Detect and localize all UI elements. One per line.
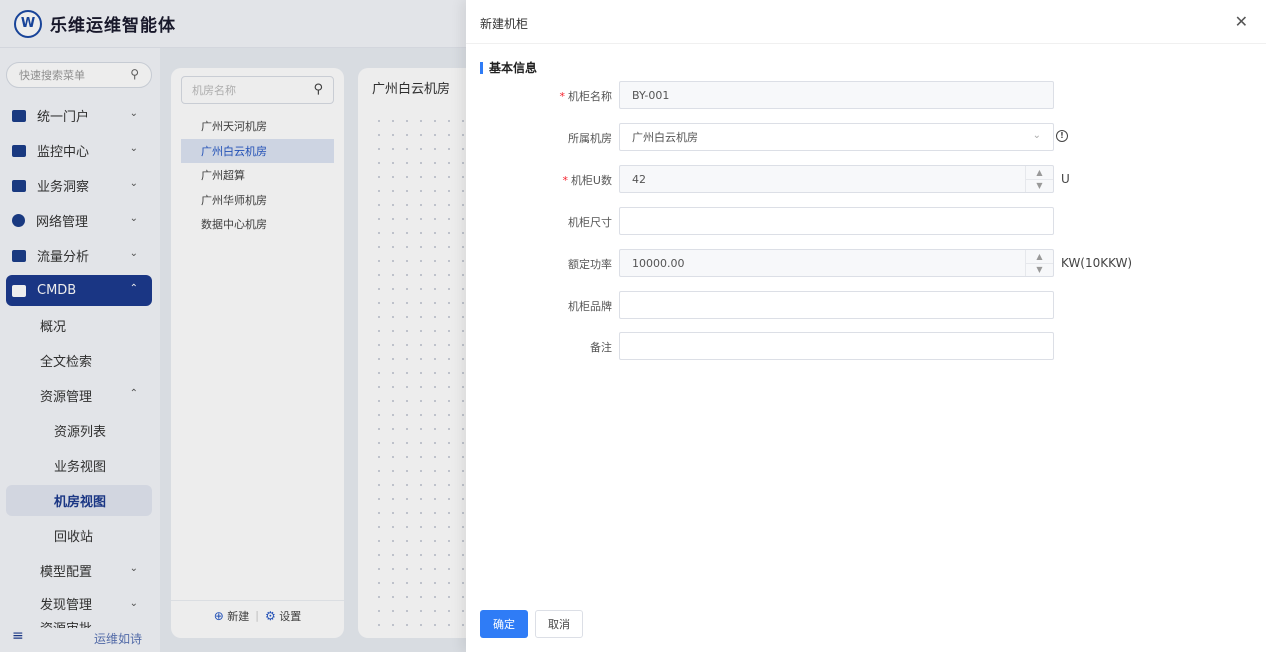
- decrement-icon[interactable]: ▼: [1026, 262, 1053, 277]
- rated-power-value: 10000.00: [632, 256, 685, 270]
- drawer-title: 新建机柜: [480, 17, 529, 31]
- cabinet-name-label: * 机柜名称: [560, 88, 613, 104]
- label-text: 备注: [590, 341, 612, 354]
- label-text: 机柜U数: [570, 174, 612, 187]
- form-row-room: 所属机房 广州白云机房 ⌄ !: [466, 123, 1266, 151]
- cabinet-size-label: 机柜尺寸: [568, 214, 612, 230]
- form-row-size: 机柜尺寸: [466, 207, 1266, 235]
- label-text: 机柜名称: [568, 90, 612, 103]
- cabinet-brand-input[interactable]: [619, 291, 1054, 319]
- power-suffix: KW(10KKW): [1061, 256, 1133, 270]
- cabinet-brand-label: 机柜品牌: [568, 298, 612, 314]
- increment-icon[interactable]: ▲: [1026, 166, 1053, 179]
- cabinet-units-value: 42: [632, 172, 646, 186]
- remark-label: 备注: [590, 339, 612, 355]
- label-text: 机柜尺寸: [568, 216, 612, 229]
- required-mark: *: [559, 90, 566, 103]
- section-title: 基本信息: [480, 59, 537, 76]
- rated-power-label: 额定功率: [568, 256, 612, 272]
- form-row-remark: 备注: [466, 332, 1266, 360]
- stepper-controls: ▲ ▼: [1025, 166, 1053, 192]
- label-text: 所属机房: [568, 132, 612, 145]
- decrement-icon[interactable]: ▼: [1026, 178, 1053, 193]
- increment-icon[interactable]: ▲: [1026, 250, 1053, 263]
- label-text: 额定功率: [568, 258, 612, 271]
- cancel-button[interactable]: 取消: [535, 610, 583, 638]
- room-select-value: 广州白云机房: [632, 131, 698, 144]
- form-row-units: * 机柜U数 42 ▲ ▼ U: [466, 165, 1266, 193]
- close-icon[interactable]: ✕: [1235, 12, 1248, 32]
- new-cabinet-drawer: 新建机柜 ✕ 基本信息 * 机柜名称 BY-001 所属机房 广州白云机房 ⌄ !…: [466, 0, 1266, 652]
- required-mark: *: [562, 174, 568, 187]
- remark-input[interactable]: [619, 332, 1054, 360]
- section-accent-bar: [480, 61, 483, 74]
- cabinet-units-stepper[interactable]: 42 ▲ ▼: [619, 165, 1054, 193]
- info-icon[interactable]: !: [1056, 130, 1068, 142]
- cabinet-units-label: * 机柜U数: [562, 172, 612, 188]
- stepper-controls: ▲ ▼: [1025, 250, 1053, 276]
- form-row-power: 额定功率 10000.00 ▲ ▼ KW(10KKW): [466, 249, 1266, 277]
- room-label: 所属机房: [568, 130, 612, 146]
- units-suffix: U: [1061, 172, 1070, 186]
- cabinet-name-input[interactable]: BY-001: [619, 81, 1054, 109]
- label-text: 机柜品牌: [568, 300, 612, 313]
- drawer-header: 新建机柜 ✕: [466, 0, 1266, 44]
- section-title-text: 基本信息: [489, 61, 538, 75]
- rated-power-stepper[interactable]: 10000.00 ▲ ▼: [619, 249, 1054, 277]
- confirm-button[interactable]: 确定: [480, 610, 528, 638]
- form-row-name: * 机柜名称 BY-001: [466, 81, 1266, 109]
- chevron-down-icon: ⌄: [1032, 130, 1041, 141]
- form-row-brand: 机柜品牌: [466, 291, 1266, 319]
- cabinet-size-input[interactable]: [619, 207, 1054, 235]
- room-select[interactable]: 广州白云机房 ⌄: [619, 123, 1054, 151]
